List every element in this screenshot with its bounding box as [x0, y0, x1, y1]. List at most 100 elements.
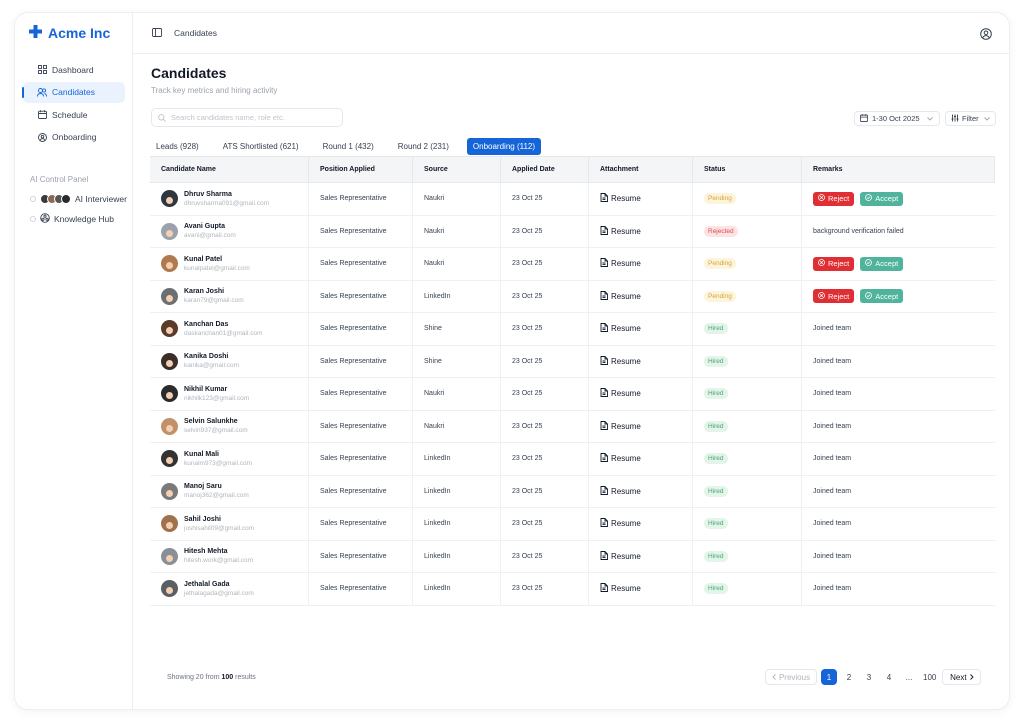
sidebar-item-candidates[interactable]: Candidates [22, 81, 125, 103]
remarks-text: Joined team [813, 455, 852, 463]
table-row[interactable]: Selvin Salunkhe selvin937@gmail.com Sales … [150, 410, 995, 443]
resume-link[interactable]: Resume [600, 583, 641, 594]
filter-button[interactable]: Filter [945, 111, 996, 126]
search-input[interactable] [171, 113, 336, 122]
sidebar-item-knowledge-hub[interactable]: Knowledge Hub [30, 209, 130, 229]
table-row[interactable]: Dhruv Sharma dhruvsharma091@gmail.com Sale… [150, 183, 995, 216]
resume-link[interactable]: Resume [600, 323, 641, 334]
resume-label: Resume [611, 291, 641, 301]
candidate-name[interactable]: Kanika Doshi [184, 353, 239, 360]
avatar [161, 417, 178, 435]
table-row[interactable]: Kunal Mali kunalm973@gmail.com Sales Repre… [150, 443, 995, 476]
tab-round-2[interactable]: Round 2 (231) [392, 138, 455, 155]
calendar-icon [37, 110, 47, 120]
candidate-name[interactable]: Sahil Joshi [184, 516, 254, 523]
status-badge: Hired [704, 485, 728, 497]
accept-button[interactable]: Accept [860, 191, 904, 206]
candidate-name[interactable]: Dhruv Sharma [184, 191, 269, 198]
reject-button[interactable]: Reject [813, 256, 855, 271]
candidate-name[interactable]: Karan Joshi [184, 288, 244, 295]
table-row[interactable]: Karan Joshi karan79@gmail.com Sales Repres… [150, 280, 995, 313]
resume-link[interactable]: Resume [600, 355, 641, 367]
page-button-1[interactable]: 1 [821, 669, 837, 685]
sidebar-item-label: Onboarding [52, 132, 97, 142]
check-circle-icon [865, 291, 873, 301]
position-cell: Sales Representative [309, 573, 413, 605]
next-page-button[interactable]: Next [942, 669, 982, 685]
avatar [161, 320, 178, 338]
candidate-name[interactable]: Kunal Patel [184, 256, 250, 263]
accept-button[interactable]: Accept [860, 256, 904, 271]
candidate-name[interactable]: Nikhil Kumar [184, 386, 249, 393]
reject-button[interactable]: Reject [813, 191, 855, 206]
resume-link[interactable]: Resume [600, 290, 641, 302]
brand[interactable]: Acme Inc [29, 25, 110, 41]
user-circle-icon[interactable] [980, 28, 992, 42]
applied-date-cell: 23 Oct 25 [501, 410, 589, 442]
tab-round-1[interactable]: Round 1 (432) [317, 138, 380, 155]
candidate-name[interactable]: Jethalal Gada [184, 581, 254, 588]
page-button-4[interactable]: 4 [881, 669, 897, 685]
resume-link[interactable]: Resume [600, 518, 641, 529]
position-cell: Sales Representative [309, 475, 413, 507]
resume-link[interactable]: Resume [600, 193, 641, 204]
search-box[interactable] [151, 108, 343, 127]
column-header[interactable]: Applied Date [501, 157, 589, 182]
tab-onboarding[interactable]: Onboarding (112) [466, 138, 542, 155]
column-header[interactable]: Position Applied [309, 157, 413, 182]
page-button-3[interactable]: 3 [861, 669, 877, 685]
table-row[interactable]: Nikhil Kumar nikhilk123@gmail.com Sales Re… [150, 378, 995, 411]
page-button-2[interactable]: 2 [841, 669, 857, 685]
resume-link[interactable]: Resume [600, 388, 641, 399]
candidate-name[interactable]: Kanchan Das [184, 321, 263, 328]
table-row[interactable]: Avani Gupta avani@gmail.com Sales Represen… [150, 215, 995, 248]
table-row[interactable]: Kanchan Das daskanchan01@gmail.com Sales R… [150, 313, 995, 346]
remarks-text: Joined team [813, 487, 852, 495]
table-row[interactable]: Kunal Patel kunalpatel@gmail.com Sales Rep… [150, 248, 995, 281]
position-cell: Sales Representative [309, 183, 413, 215]
avatar [161, 515, 178, 533]
column-header[interactable]: Source [413, 157, 501, 182]
candidate-name[interactable]: Selvin Salunkhe [184, 418, 248, 425]
avatars-group-icon [40, 194, 71, 204]
candidate-name[interactable]: Hitesh Mehta [184, 548, 253, 555]
candidate-name[interactable]: Manoj Saru [184, 483, 249, 490]
resume-link[interactable]: Resume [600, 225, 641, 237]
date-range-picker[interactable]: 1-30 Oct 2025 [854, 111, 940, 126]
column-header[interactable]: Attachment [589, 157, 693, 182]
resume-link[interactable]: Resume [600, 485, 641, 497]
previous-page-button[interactable]: Previous [765, 669, 817, 685]
status-badge: Pending [704, 258, 736, 270]
column-header[interactable]: Status [693, 157, 802, 182]
avatar [161, 580, 178, 598]
resume-link[interactable]: Resume [600, 258, 641, 269]
page-button-100[interactable]: 100 [921, 669, 938, 685]
table-row[interactable]: Manoj Saru manoj362@gmail.com Sales Repres… [150, 475, 995, 508]
candidate-name[interactable]: Avani Gupta [184, 223, 236, 230]
position-cell: Sales Representative [309, 410, 413, 442]
sidebar-toggle-icon[interactable] [152, 27, 162, 39]
remarks-text: Joined team [813, 422, 852, 430]
onboarding-icon [37, 132, 47, 142]
resume-link[interactable]: Resume [600, 420, 641, 432]
resume-link[interactable]: Resume [600, 550, 641, 562]
file-icon [600, 355, 608, 367]
table-row[interactable]: Sahil Joshi joshisahil09@gmail.com Sales R… [150, 508, 995, 541]
column-header[interactable]: Candidate Name [150, 157, 309, 182]
table-row[interactable]: Kanika Doshi kanika@gmail.com Sales Repres… [150, 345, 995, 378]
reject-button[interactable]: Reject [813, 289, 855, 304]
tab-ats-shortlisted[interactable]: ATS Shortlisted (621) [217, 138, 305, 155]
candidate-name[interactable]: Kunal Mali [184, 451, 252, 458]
reject-label: Reject [828, 194, 850, 204]
accept-button[interactable]: Accept [860, 289, 904, 304]
sidebar-item-onboarding[interactable]: Onboarding [23, 127, 125, 148]
sidebar-item-ai-interviewer[interactable]: AI Interviewer [30, 189, 130, 209]
column-header[interactable]: Remarks [802, 157, 995, 182]
applied-date-cell: 23 Oct 25 [501, 280, 589, 312]
sidebar-item-schedule[interactable]: Schedule [23, 104, 125, 125]
tab-leads[interactable]: Leads (928) [150, 138, 205, 155]
table-row[interactable]: Hitesh Mehta hitesh.work@gmail.com Sales R… [150, 540, 995, 573]
resume-link[interactable]: Resume [600, 453, 641, 464]
table-row[interactable]: Jethalal Gada jethalagada@gmail.com Sales … [150, 573, 995, 606]
sidebar-item-dashboard[interactable]: Dashboard [23, 59, 125, 80]
